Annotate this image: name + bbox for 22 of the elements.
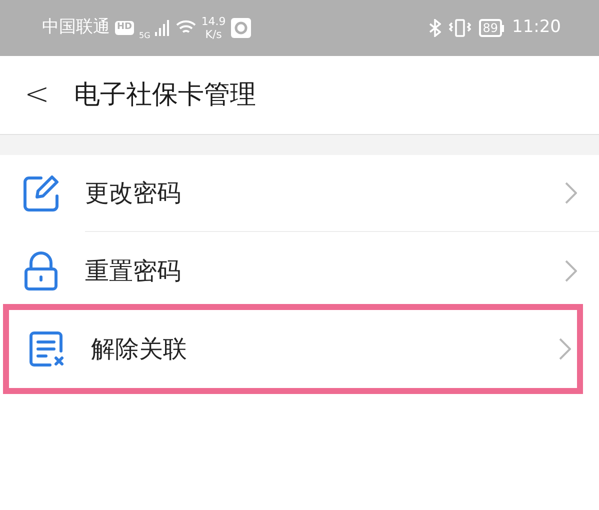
hd-badge: HD [115, 21, 134, 35]
carrier-text: 中国联通 [42, 16, 110, 40]
chevron-right-icon [559, 338, 571, 360]
page-title: 电子社保卡管理 [74, 78, 256, 112]
speed-value: 14.9 [201, 15, 226, 28]
bluetooth-icon [428, 19, 441, 37]
camera-icon [230, 18, 251, 38]
edit-icon [21, 174, 61, 214]
clock-text: 11:20 [512, 16, 561, 40]
chevron-right-icon [565, 182, 577, 204]
vibrate-icon [448, 19, 471, 37]
menu-label: 重置密码 [85, 256, 182, 286]
menu-label: 解除关联 [91, 334, 188, 365]
chevron-right-icon [565, 260, 577, 282]
menu-item[interactable]: 更改密码 [0, 155, 599, 232]
speed-unit: K/s [205, 28, 222, 41]
menu-label: 更改密码 [85, 178, 182, 209]
signal-icon [155, 20, 172, 36]
battery-indicator: 89 [478, 19, 504, 37]
back-button[interactable]: < [24, 80, 50, 110]
menu-item[interactable]: 解除关联 [3, 304, 583, 394]
network-text: 5G [139, 30, 150, 42]
